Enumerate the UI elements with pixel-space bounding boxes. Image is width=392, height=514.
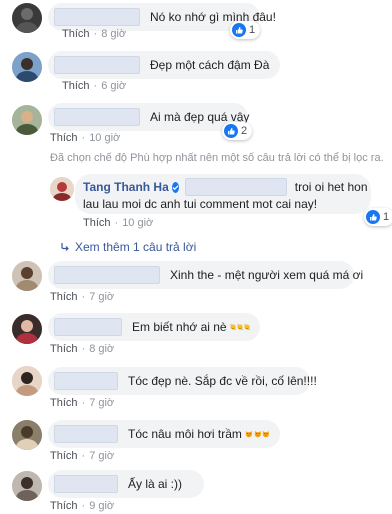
comment-meta: Thích · 7 giờ [50,450,115,462]
avatar[interactable] [12,366,42,396]
timestamp[interactable]: 8 giờ [101,28,126,40]
reaction-count[interactable]: 2 [222,122,253,140]
comment-meta: Thích · 7 giờ [50,291,115,303]
reply-arrow-icon [61,243,69,251]
comment-bubble: Đẹp một cách đậm Đà [48,51,280,79]
reply-author-name[interactable]: Tang Thanh Ha [83,180,169,194]
avatar[interactable] [12,261,42,291]
like-link[interactable]: Thích [50,132,78,144]
smiling-hearts-emoji-icon [230,324,236,330]
heart-eyes-cat-emoji-icon [245,430,252,438]
comment-bubble: Tóc đẹp nè. Sắp đc về rồi, cố lên!!!! [48,367,317,395]
heart-eyes-cat-emoji-icon [263,430,270,438]
timestamp[interactable]: 9 giờ [89,500,114,512]
timestamp[interactable]: 10 giờ [89,132,120,144]
timestamp[interactable]: 7 giờ [89,397,114,409]
like-reaction-icon [366,210,380,224]
reply-bubble: Tang Thanh Ha troi oi het hon lau lau mo… [75,174,371,214]
comment-meta: Thích · 8 giờ [62,28,127,40]
reply-meta: Thích · 10 giờ [83,217,154,229]
timestamp[interactable]: 8 giờ [89,343,114,355]
timestamp[interactable]: 6 giờ [101,80,126,92]
view-more-replies-link[interactable]: Xem thêm 1 câu trả lời [60,240,196,254]
like-reaction-icon [224,124,238,138]
reaction-number: 1 [383,211,390,223]
comment-text: Đẹp một cách đậm Đà [150,58,270,72]
verified-badge-icon [171,181,179,193]
author-name[interactable] [54,266,160,284]
like-link[interactable]: Thích [50,291,78,303]
comment-bubble: Xinh the - mệt người xem quá má ơi [48,261,363,289]
like-link[interactable]: Thích [50,500,78,512]
timestamp[interactable]: 7 giờ [89,450,114,462]
author-name[interactable] [54,8,140,26]
reply-text-line2: lau lau moi dc anh tui comment mot cai n… [83,197,318,211]
comment-meta: Thích · 6 giờ [62,80,127,92]
like-link[interactable]: Thích [62,28,90,40]
reaction-number: 2 [241,125,248,137]
reply-text-line1: troi oi het hon [294,180,368,194]
comment-text: Tóc đẹp nè. Sắp đc về rồi, cố lên!!!! [128,374,317,388]
comment-bubble: Ai mà đẹp quá vậy [48,103,249,131]
comment-meta: Thích · 8 giờ [50,343,115,355]
comment-text: Nó ko nhớ gì mình đâu! [150,10,276,24]
avatar[interactable] [12,314,42,344]
reaction-number: 1 [249,24,256,36]
comment-bubble: Nó ko nhớ gì mình đâu! [48,3,276,31]
comment-meta: Thích · 10 giờ [50,132,121,144]
comment-meta: Thích · 7 giờ [50,397,115,409]
heart-eyes-cat-emoji-icon [254,430,261,438]
like-link[interactable]: Thích [50,397,78,409]
avatar[interactable] [12,3,42,33]
tagged-name[interactable] [184,178,287,196]
like-link[interactable]: Thích [50,343,78,355]
comment-bubble: Tóc nâu môi hơi trầm [48,420,280,448]
avatar[interactable] [12,105,42,135]
reply-avatar[interactable] [50,177,74,201]
author-name[interactable] [54,318,122,336]
smiling-hearts-emoji-icon [244,324,250,330]
timestamp[interactable]: 7 giờ [89,291,114,303]
timestamp[interactable]: 10 giờ [122,217,153,229]
reaction-count[interactable]: 1 [364,208,392,226]
like-reaction-icon [232,23,246,37]
comment-text: Ấy là ai :)) [128,477,183,491]
author-name[interactable] [54,425,118,443]
author-name[interactable] [54,372,118,390]
view-more-replies-label: Xem thêm 1 câu trả lời [75,240,197,254]
filter-notice: Đã chọn chế độ Phù hợp nhất nên một số c… [50,152,384,164]
avatar[interactable] [12,420,42,450]
comment-text: Tóc nâu môi hơi trầm [128,427,242,441]
comment-bubble: Ấy là ai :)) [48,470,204,498]
like-link[interactable]: Thích [50,450,78,462]
like-link[interactable]: Thích [62,80,90,92]
comment-text: Em biết nhớ ai nè [132,320,227,334]
reaction-count[interactable]: 1 [230,21,261,39]
avatar[interactable] [12,471,42,501]
comment-text: Xinh the - mệt người xem quá má ơi [170,268,364,282]
avatar[interactable] [12,52,42,82]
like-link[interactable]: Thích [83,217,111,229]
comment-meta: Thích · 9 giờ [50,500,115,512]
smiling-hearts-emoji-icon [237,324,243,330]
comment-bubble: Em biết nhớ ai nè [48,313,260,341]
author-name[interactable] [54,475,118,493]
author-name[interactable] [54,108,140,126]
author-name[interactable] [54,56,140,74]
